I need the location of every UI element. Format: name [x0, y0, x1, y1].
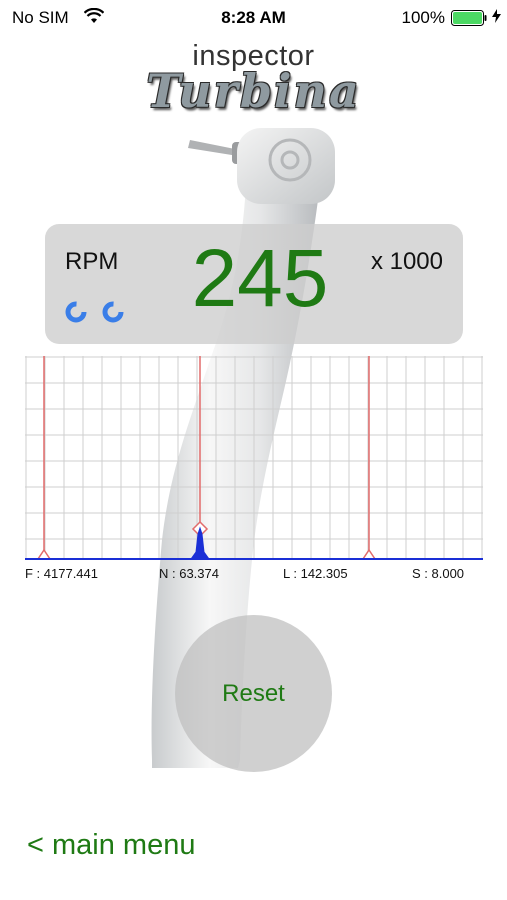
label-l: L : 142.305 — [283, 566, 348, 581]
status-bar: No SIM 8:28 AM 100% — [0, 0, 507, 34]
spinner-icon — [102, 301, 124, 323]
logo-title: Turbina — [146, 64, 361, 118]
main-menu-link[interactable]: < main menu — [27, 829, 195, 862]
battery-icon — [451, 10, 487, 26]
frequency-graph — [25, 356, 483, 560]
label-n: N : 63.374 — [159, 566, 219, 581]
marker-l — [361, 356, 377, 560]
spinner-icon — [65, 301, 87, 323]
charging-icon — [492, 9, 501, 23]
rpm-panel: RPM 245 x 1000 — [45, 224, 463, 344]
reset-button[interactable]: Reset — [175, 615, 332, 772]
graph-grid — [25, 356, 483, 559]
label-f: F : 4177.441 — [25, 566, 98, 581]
marker-f — [36, 356, 52, 560]
battery-percent: 100% — [401, 8, 445, 27]
spectrum-peak — [190, 526, 210, 560]
rpm-value: 245 — [191, 233, 329, 324]
rpm-multiplier: x 1000 — [370, 248, 443, 275]
label-s: S : 8.000 — [412, 566, 465, 581]
rpm-label: RPM — [65, 248, 119, 275]
